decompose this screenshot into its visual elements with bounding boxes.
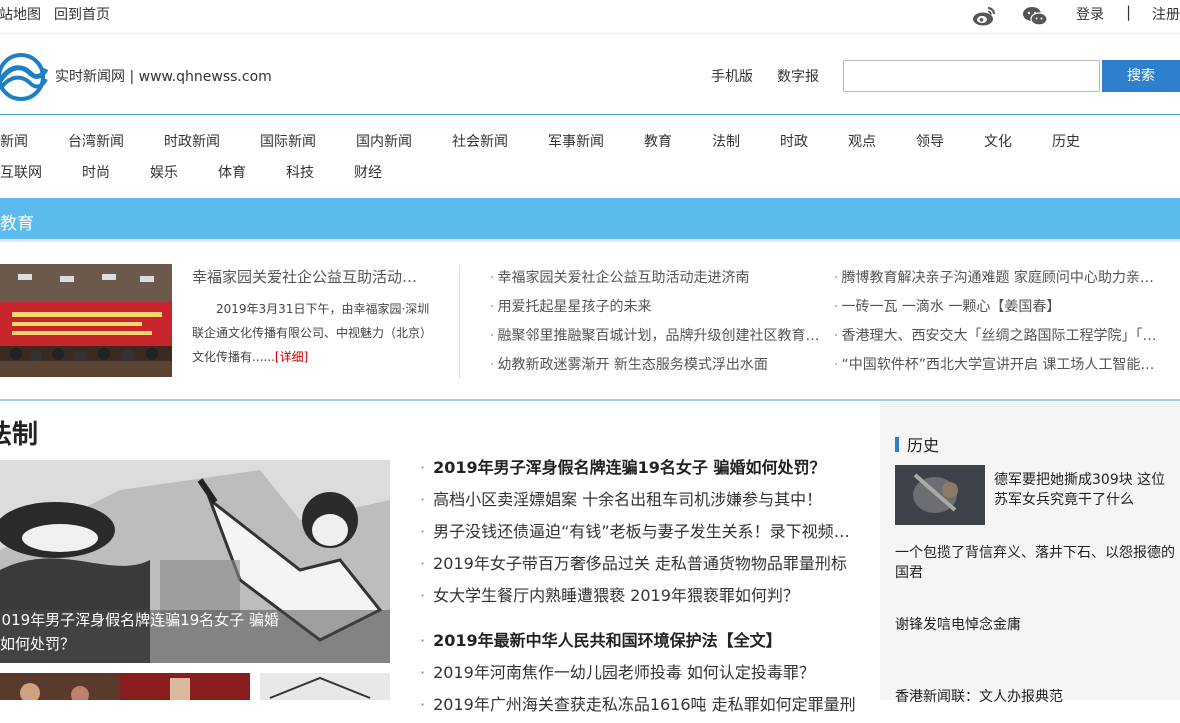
digital-paper-link[interactable]: 数字报 bbox=[777, 66, 819, 86]
sidebar-heading[interactable]: 历史 bbox=[895, 432, 939, 456]
nav-item[interactable]: 社会新闻 bbox=[452, 131, 508, 151]
law-feature-image[interactable]: 2019年男子浑身假名牌连骗19名女子 骗婚如何处罚？ bbox=[0, 460, 390, 663]
list-item[interactable]: · 2019年女子带百万奢侈品过关 走私普通货物物品罪量刑标 bbox=[420, 550, 860, 582]
nav-item[interactable]: 娱乐 bbox=[150, 162, 178, 182]
site-header: 实时新闻网 | www.qhnewss.com 手机版 数字报 搜索 bbox=[0, 35, 1180, 115]
nav-item[interactable]: 国际新闻 bbox=[260, 131, 316, 151]
register-link[interactable]: 注册 bbox=[1152, 4, 1180, 24]
education-section: 幸福家园关爱社企公益互助活动走进济南 2019年3月31日下午，由幸福家园·深圳… bbox=[0, 245, 1180, 401]
nav-item[interactable]: 文化 bbox=[984, 131, 1012, 151]
nav-item[interactable]: 财经 bbox=[354, 162, 382, 182]
nav-item[interactable]: 教育 bbox=[644, 131, 672, 151]
list-item[interactable]: · 融聚邻里推融聚百城计划，品牌升级创建社区教育标杆 bbox=[490, 325, 830, 354]
site-name: 实时新闻网 | www.qhnewss.com bbox=[55, 69, 272, 85]
list-item[interactable]: · 高档小区卖淫嫖娼案 十余名出租车司机涉嫌参与其中！ bbox=[420, 486, 860, 518]
wechat-icon[interactable] bbox=[1022, 5, 1048, 27]
nav-item[interactable]: 新闻 bbox=[0, 131, 28, 151]
nav-item[interactable]: 法制 bbox=[712, 131, 740, 151]
list-item[interactable]: · 男子没钱还债逼迫“有钱”老板与妻子发生关系！录下视频敲诈 bbox=[420, 518, 860, 550]
sidebar-item[interactable]: 一个包揽了背信弃义、落井下石、以怨报德的国君 bbox=[895, 543, 1175, 583]
law-section-title[interactable]: 法制 bbox=[0, 414, 38, 451]
login-link[interactable]: 登录 bbox=[1076, 4, 1104, 24]
list-item[interactable]: · 用爱托起星星孩子的未来 bbox=[490, 296, 830, 325]
section-title[interactable]: 教育 bbox=[0, 209, 34, 234]
education-section-header: 教育 bbox=[0, 198, 1180, 242]
sidebar-item[interactable]: 谢锋发唁电悼念金庸 bbox=[895, 615, 1175, 635]
education-feature-image[interactable] bbox=[0, 264, 172, 377]
list-item[interactable]: · 幸福家园关爱社企公益互助活动走进济南 bbox=[490, 267, 830, 296]
feature-desc-text: 2019年3月31日下午，由幸福家园·深圳联企通文化传播有限公司、中视魅力（北京… bbox=[192, 302, 433, 364]
search-button[interactable]: 搜索 bbox=[1102, 60, 1180, 92]
nav-item[interactable]: 历史 bbox=[1052, 131, 1080, 151]
law-thumbnail[interactable] bbox=[0, 673, 130, 700]
list-item[interactable]: · 香港理大、西安交大「丝绸之路国际工程学院」「中心」 bbox=[834, 325, 1166, 354]
main-nav: 新闻 台湾新闻 时政新闻 国际新闻 国内新闻 社会新闻 军事新闻 教育 法制 时… bbox=[0, 116, 1180, 196]
feature-more-link[interactable]: [详细] bbox=[275, 350, 308, 364]
list-item[interactable]: · 女大学生餐厅内熟睡遭猥亵 2019年猥亵罪如何判？ bbox=[420, 582, 860, 614]
education-list-left: · 幸福家园关爱社企公益互助活动走进济南 · 用爱托起星星孩子的未来 · 融聚邻里推融… bbox=[490, 267, 830, 383]
list-item[interactable]: · 2019年最新中华人民共和国环境保护法【全文】 bbox=[420, 627, 860, 659]
column-divider bbox=[459, 265, 460, 379]
mobile-link[interactable]: 手机版 bbox=[711, 66, 753, 86]
list-item[interactable]: · “中国软件杯”西北大学宣讲开启 课工场人工智能学院 bbox=[834, 354, 1166, 383]
list-item[interactable]: · 一砖一瓦 一滴水 一颗心【姜国春】 bbox=[834, 296, 1166, 325]
education-feature-title[interactable]: 幸福家园关爱社企公益互助活动走进济南 bbox=[192, 266, 432, 287]
list-item[interactable]: · 2019年河南焦作一幼儿园老师投毒 如何认定投毒罪？ bbox=[420, 659, 860, 691]
education-list-right: · 腾博教育解决亲子沟通难题 家庭顾问中心助力亲子关系 · 一砖一瓦 一滴水 一颗心… bbox=[834, 267, 1166, 383]
law-image-caption[interactable]: 2019年男子浑身假名牌连骗19名女子 骗婚如何处罚？ bbox=[0, 608, 390, 656]
weibo-icon[interactable] bbox=[971, 5, 997, 27]
nav-item[interactable]: 时尚 bbox=[82, 162, 110, 182]
nav-item[interactable]: 互联网 bbox=[0, 162, 42, 182]
nav-item[interactable]: 体育 bbox=[218, 162, 246, 182]
nav-item[interactable]: 军事新闻 bbox=[548, 131, 604, 151]
history-sidebar: 历史 德军要把她撕成309块 这位苏军女兵究竟干了什么 一个包揽了背信弃义、落井… bbox=[880, 402, 1180, 705]
law-thumbnail[interactable] bbox=[120, 673, 250, 700]
law-news-list: · 2019年男子浑身假名牌连骗19名女子 骗婚如何处罚？ · 高档小区卖淫嫖娼案 … bbox=[420, 454, 860, 723]
nav-item[interactable]: 时政 bbox=[780, 131, 808, 151]
home-link[interactable]: 回到首页 bbox=[54, 4, 110, 24]
site-logo[interactable] bbox=[0, 51, 48, 103]
sidebar-thumbnail[interactable] bbox=[895, 465, 985, 525]
sitemap-link[interactable]: 站地图 bbox=[0, 4, 41, 24]
nav-item[interactable]: 国内新闻 bbox=[356, 131, 412, 151]
heading-marker bbox=[895, 437, 899, 452]
nav-item[interactable]: 科技 bbox=[286, 162, 314, 182]
list-item[interactable]: · 2019年广州海关查获走私冻品1616吨 走私罪如何定罪量刑 bbox=[420, 691, 860, 723]
top-bar: 站地图 回到首页 登录 | 注册 bbox=[0, 0, 1180, 34]
nav-item[interactable]: 时政新闻 bbox=[164, 131, 220, 151]
nav-item[interactable]: 台湾新闻 bbox=[68, 131, 124, 151]
list-item[interactable]: · 腾博教育解决亲子沟通难题 家庭顾问中心助力亲子关系 bbox=[834, 267, 1166, 296]
login-separator: | bbox=[1126, 3, 1132, 21]
sidebar-item[interactable]: 香港新闻联：文人办报典范 bbox=[895, 687, 1175, 707]
search-input[interactable] bbox=[843, 60, 1100, 92]
nav-item[interactable]: 观点 bbox=[848, 131, 876, 151]
list-item[interactable]: · 2019年男子浑身假名牌连骗19名女子 骗婚如何处罚？ bbox=[420, 454, 860, 486]
list-item[interactable]: · 幼教新政迷雾渐开 新生态服务模式浮出水面 bbox=[490, 354, 830, 383]
law-thumbnail[interactable] bbox=[260, 673, 390, 700]
nav-item[interactable]: 领导 bbox=[916, 131, 944, 151]
sidebar-item[interactable]: 德军要把她撕成309块 这位苏军女兵究竟干了什么 bbox=[994, 470, 1174, 510]
education-feature-desc: 2019年3月31日下午，由幸福家园·深圳联企通文化传播有限公司、中视魅力（北京… bbox=[192, 297, 432, 369]
